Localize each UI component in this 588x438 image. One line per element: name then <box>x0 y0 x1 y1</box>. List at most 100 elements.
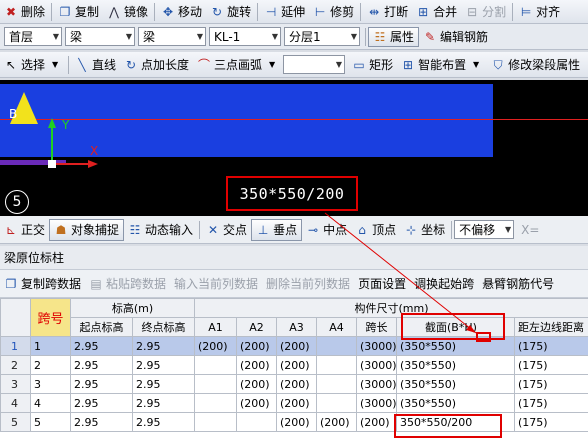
cell-dist[interactable]: (175) <box>513 393 588 413</box>
split-button[interactable]: ⊟ 分割 <box>461 2 510 22</box>
properties-button[interactable]: ☷ 属性 <box>368 26 420 47</box>
cell-a3[interactable]: (200) <box>276 355 317 375</box>
cell-dist[interactable]: (175) <box>513 374 588 394</box>
cell-span[interactable]: 2 <box>30 355 71 375</box>
cell-a2[interactable]: (200) <box>236 336 277 356</box>
copy-button[interactable]: ❐ 复制 <box>54 2 103 22</box>
cell-end[interactable]: 2.95 <box>132 412 195 432</box>
cell-start[interactable]: 2.95 <box>70 412 133 432</box>
cell-end[interactable]: 2.95 <box>132 374 195 394</box>
delete-column-button[interactable]: 删除当前列数据 <box>262 274 354 294</box>
cell-len[interactable]: (3000) <box>356 355 397 375</box>
arc-option-select[interactable]: ▼ <box>283 55 346 74</box>
cell-end[interactable]: 2.95 <box>132 336 195 356</box>
move-button[interactable]: ✥ 移动 <box>157 2 206 22</box>
cell-a1[interactable]: (200) <box>194 336 237 356</box>
perpendicular-snap[interactable]: ⊥ 垂点 <box>251 218 303 241</box>
midpoint-snap[interactable]: ⊸ 中点 <box>302 219 351 241</box>
cell-start[interactable]: 2.95 <box>70 374 133 394</box>
copy-span-button[interactable]: ❐ 复制跨数据 <box>0 274 85 294</box>
row-number[interactable]: 2 <box>0 355 31 375</box>
cell-a4[interactable]: (200) <box>316 412 357 432</box>
point-length-button[interactable]: ↻ 点加长度 <box>120 55 193 75</box>
cell-span[interactable]: 1 <box>30 336 71 356</box>
cell-len[interactable]: (3000) <box>356 374 397 394</box>
extend-button[interactable]: ⊣ 延伸 <box>260 2 309 22</box>
cell-section[interactable]: (350*550) <box>396 336 515 356</box>
cell-end[interactable]: 2.95 <box>132 393 195 413</box>
cell-a2[interactable]: (200) <box>236 355 277 375</box>
layer-select[interactable]: 分层1 ▼ <box>284 27 360 46</box>
page-setup-button[interactable]: 页面设置 <box>354 274 410 294</box>
trim-button[interactable]: ⊢ 修剪 <box>309 2 358 22</box>
subtype-select[interactable]: 梁 ▼ <box>138 27 206 46</box>
drawing-canvas[interactable]: B Y X 5 350*550/200 <box>0 80 588 216</box>
cell-len[interactable]: (3000) <box>356 393 397 413</box>
cell-a3[interactable]: (200) <box>276 374 317 394</box>
vertex-snap[interactable]: ⌂ 顶点 <box>351 219 400 241</box>
cell-a1[interactable] <box>194 355 237 375</box>
table-row[interactable]: 4 4 2.95 2.95 (200) (200) (3000) (350*550) (175) <box>0 393 588 413</box>
cell-a2[interactable]: (200) <box>236 374 277 394</box>
cell-span[interactable]: 3 <box>30 374 71 394</box>
cell-section[interactable]: (350*550) <box>396 355 515 375</box>
cell-dist[interactable]: (175) <box>513 412 588 432</box>
cell-section[interactable]: (350*550) <box>396 374 515 394</box>
dynamic-input-toggle[interactable]: ☷ 动态输入 <box>124 219 197 241</box>
cell-end[interactable]: 2.95 <box>132 355 195 375</box>
table-row[interactable]: 2 2 2.95 2.95 (200) (200) (3000) (350*550) (175) <box>0 355 588 375</box>
dimension-label[interactable]: 350*550/200 <box>226 176 358 211</box>
coordinate-snap[interactable]: ⊹ 坐标 <box>400 219 449 241</box>
cell-a1[interactable] <box>194 412 237 432</box>
cell-len[interactable]: (3000) <box>356 336 397 356</box>
cell-dist[interactable]: (175) <box>513 355 588 375</box>
element-select[interactable]: KL-1 ▼ <box>209 27 281 46</box>
input-column-button[interactable]: 输入当前列数据 <box>170 274 262 294</box>
cell-a4[interactable] <box>316 355 357 375</box>
table-row[interactable]: 3 3 2.95 2.95 (200) (200) (3000) (350*550) (175) <box>0 374 588 394</box>
adjust-start-button[interactable]: 调换起始跨 <box>410 274 478 294</box>
cell-start[interactable]: 2.95 <box>70 336 133 356</box>
merge-button[interactable]: ⊞ 合并 <box>412 2 461 22</box>
mirror-button[interactable]: ⋀ 镜像 <box>103 2 152 22</box>
cell-span[interactable]: 5 <box>30 412 71 432</box>
select-button[interactable]: ↖ 选择 ▼ <box>0 55 66 75</box>
cell-a2[interactable]: (200) <box>236 393 277 413</box>
row-number[interactable]: 4 <box>0 393 31 413</box>
row-number[interactable]: 1 <box>0 336 31 356</box>
modify-span-button[interactable]: ⛉ 修改梁段属性 <box>487 55 584 75</box>
row-number[interactable]: 5 <box>0 412 31 432</box>
cell-section[interactable]: 350*550/200 <box>396 412 515 432</box>
intersection-snap[interactable]: ✕ 交点 <box>202 219 251 241</box>
floor-select[interactable]: 首层 ▼ <box>4 27 62 46</box>
object-snap-toggle[interactable]: ☗ 对象捕捉 <box>49 218 125 241</box>
rect-button[interactable]: ▭ 矩形 <box>348 55 397 75</box>
cell-section[interactable]: (350*550) <box>396 393 515 413</box>
cell-a3[interactable]: (200) <box>276 393 317 413</box>
offset-select[interactable]: 不偏移 ▼ <box>454 220 515 239</box>
delete-button[interactable]: ✖ 删除 <box>0 2 49 22</box>
cell-dist[interactable]: (175) <box>513 336 588 356</box>
align-button[interactable]: ⊨ 对齐 <box>515 2 564 22</box>
cell-start[interactable]: 2.95 <box>70 355 133 375</box>
cell-span[interactable]: 4 <box>30 393 71 413</box>
smart-layout-button[interactable]: ⊞ 智能布置 ▼ <box>397 55 487 75</box>
line-button[interactable]: ╲ 直线 <box>71 55 120 75</box>
arc-button[interactable]: ⌒ 三点画弧 ▼ <box>193 55 283 75</box>
cell-a2[interactable] <box>236 412 277 432</box>
cell-a4[interactable] <box>316 374 357 394</box>
cell-len[interactable]: (200) <box>356 412 397 432</box>
cell-a1[interactable] <box>194 393 237 413</box>
type-select[interactable]: 梁 ▼ <box>65 27 135 46</box>
cell-a3[interactable]: (200) <box>276 336 317 356</box>
cell-start[interactable]: 2.95 <box>70 393 133 413</box>
table-row[interactable]: 1 1 2.95 2.95 (200) (200) (200) (3000) (350*550)… <box>0 336 588 356</box>
paste-span-button[interactable]: ▤ 粘贴跨数据 <box>85 274 170 294</box>
cantilever-button[interactable]: 悬臂钢筋代号 <box>478 274 558 294</box>
row-number[interactable]: 3 <box>0 374 31 394</box>
ortho-toggle[interactable]: ⊾ 正交 <box>0 219 49 241</box>
cell-a4[interactable] <box>316 393 357 413</box>
break-button[interactable]: ⇹ 打断 <box>363 2 412 22</box>
cell-a1[interactable] <box>194 374 237 394</box>
rotate-button[interactable]: ↻ 旋转 <box>206 2 255 22</box>
